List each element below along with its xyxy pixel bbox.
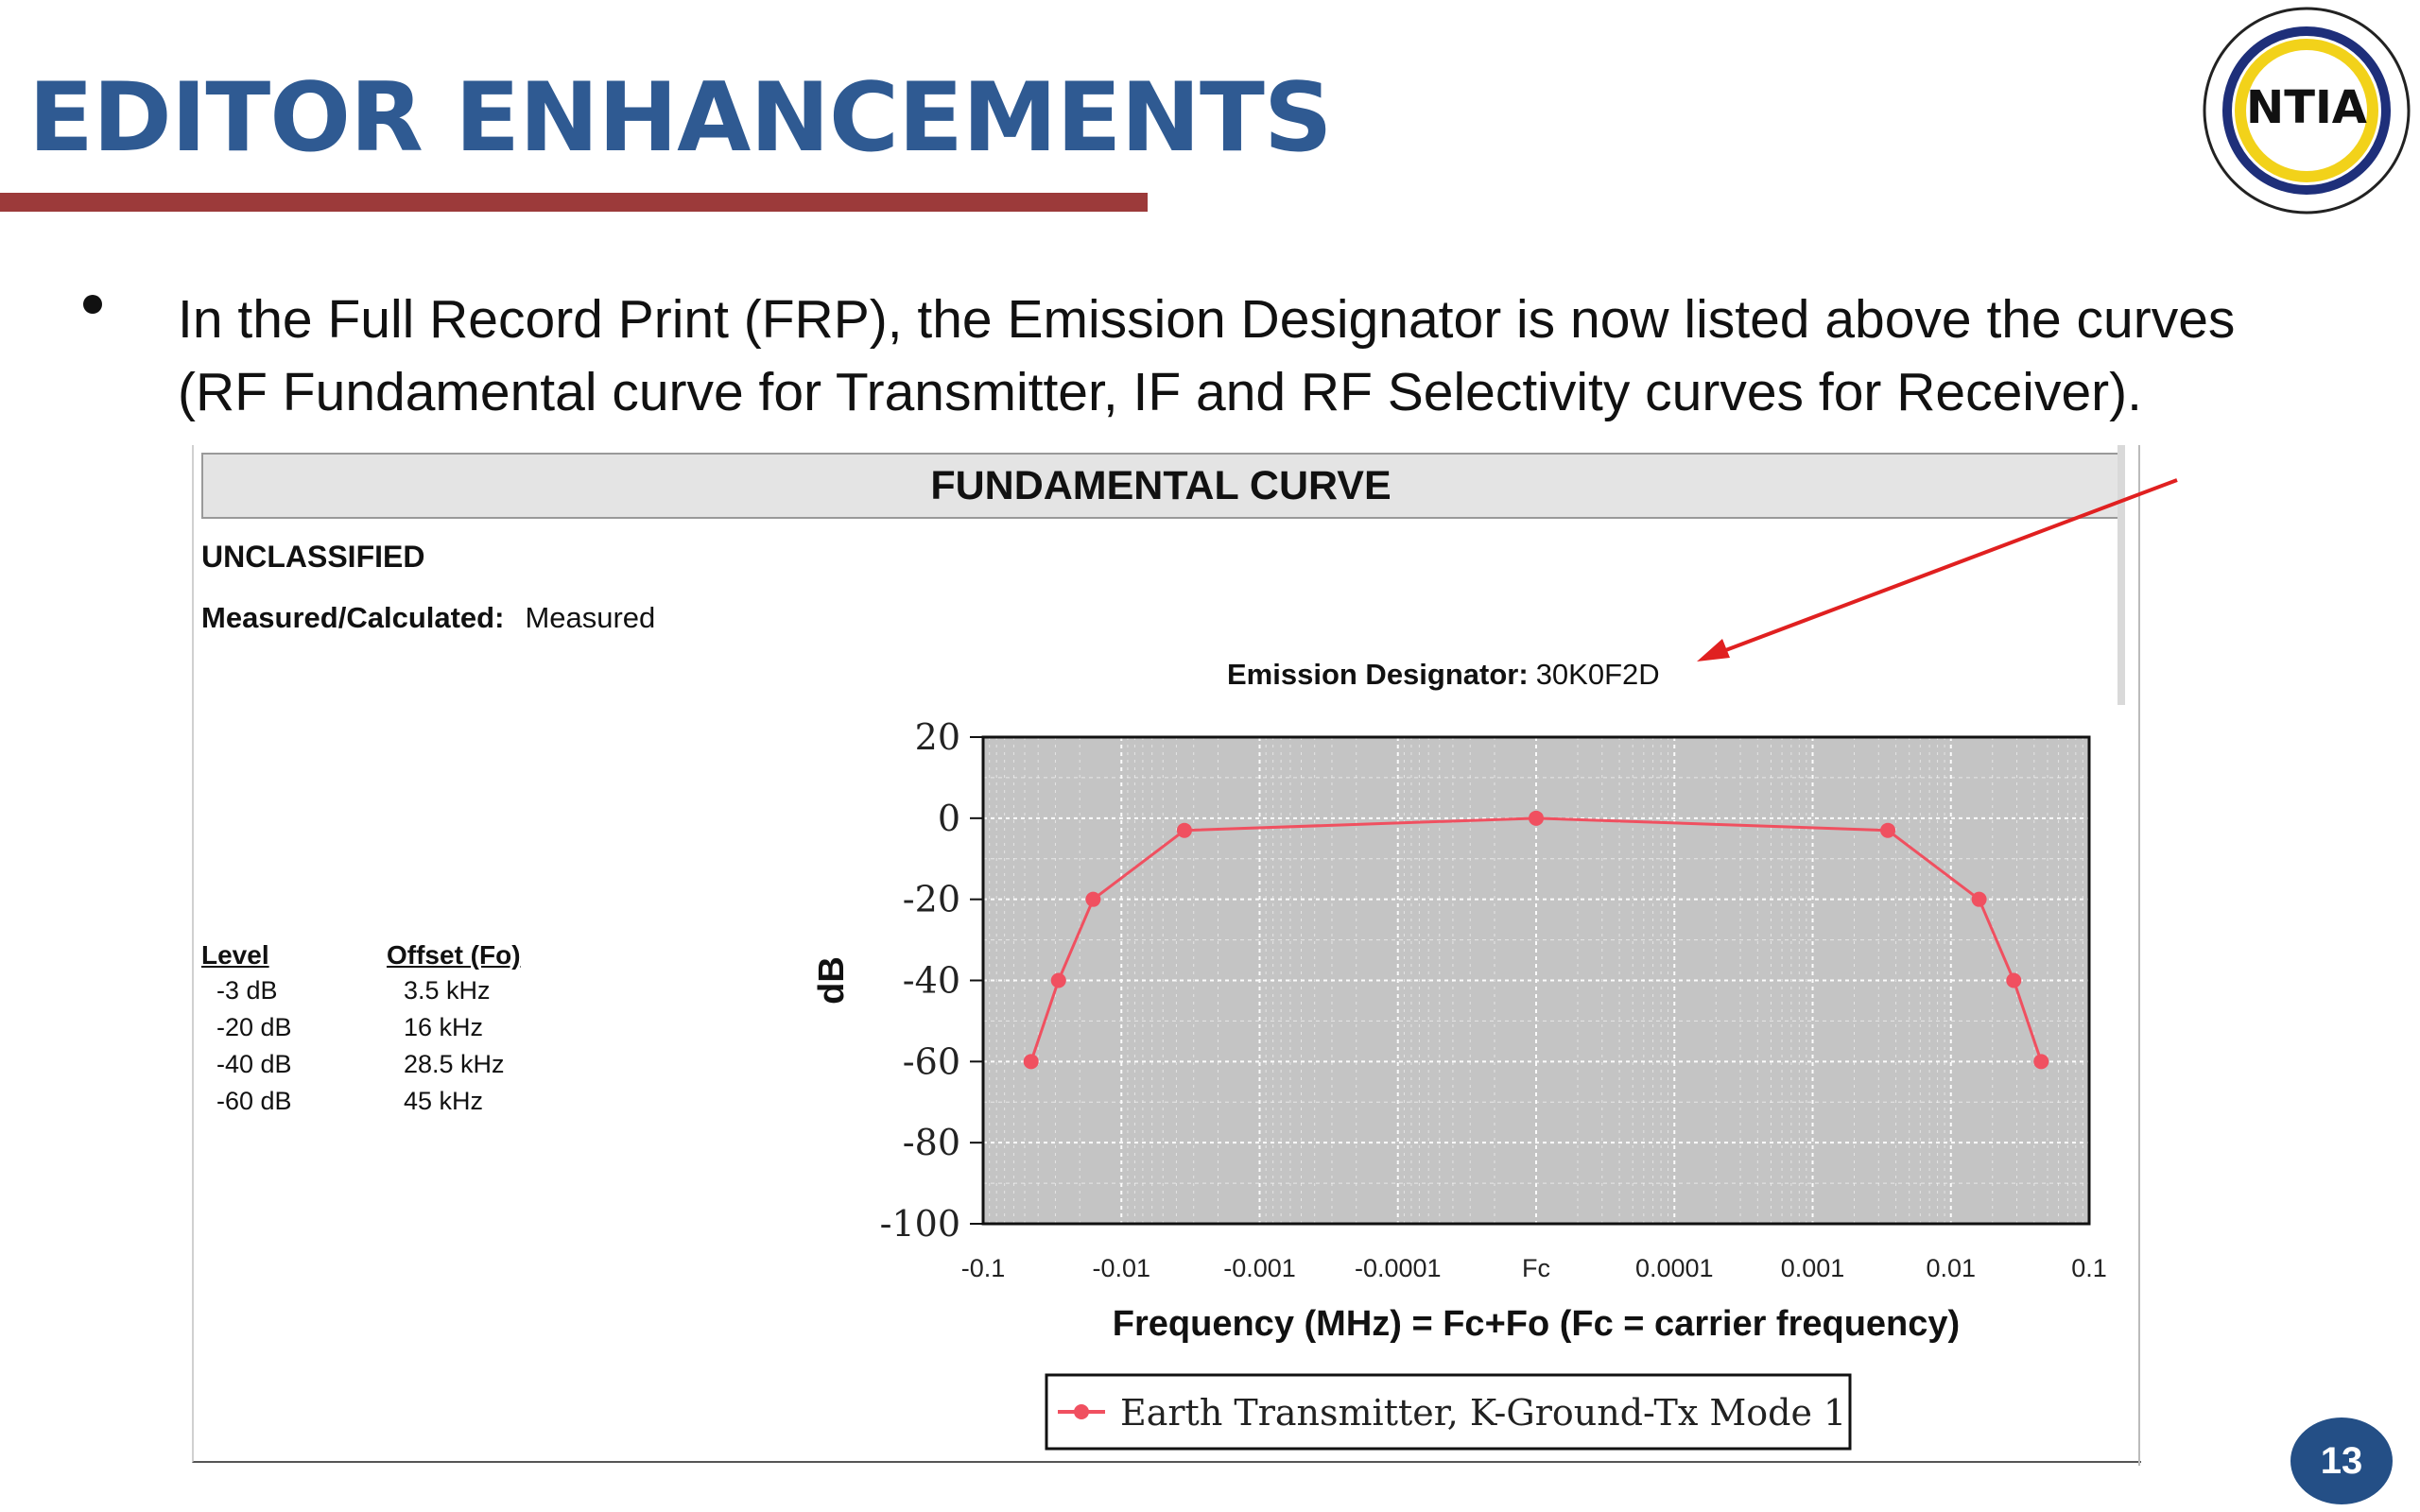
- data-point: [1880, 822, 1896, 838]
- x-tick-label: 0.001: [1781, 1254, 1845, 1282]
- data-point: [1023, 1054, 1039, 1070]
- data-point: [1085, 891, 1101, 907]
- x-tick-label: -0.1: [961, 1254, 1006, 1282]
- y-tick-label: -20: [903, 879, 960, 920]
- y-tick-label: -100: [880, 1203, 960, 1245]
- page-number-badge: 13: [2290, 1418, 2393, 1504]
- y-tick-label: 20: [915, 716, 960, 758]
- x-tick-label: Fc: [1522, 1254, 1550, 1282]
- x-tick-label: -0.001: [1223, 1254, 1296, 1282]
- y-axis-label: dB: [812, 956, 852, 1005]
- data-point: [2033, 1054, 2049, 1070]
- x-tick-label: 0.0001: [1635, 1254, 1714, 1282]
- y-tick-label: 0: [938, 798, 960, 839]
- x-tick-label: 0.1: [2071, 1254, 2107, 1282]
- data-point: [1050, 972, 1066, 988]
- data-point: [1176, 822, 1192, 838]
- y-tick-label: -80: [903, 1122, 960, 1163]
- y-tick-label: -40: [903, 960, 960, 1002]
- x-tick-label: 0.01: [1926, 1254, 1976, 1282]
- y-tick-label: -60: [903, 1040, 960, 1082]
- fundamental-curve-chart: 20 0 -20 -40 -60 -80 -100-0.1 -0.01 -0.001 -0.000…: [812, 716, 2107, 1451]
- data-point: [1529, 810, 1544, 826]
- data-point: [2006, 972, 2022, 988]
- legend-swatch-marker: [1074, 1404, 1089, 1419]
- x-tick-label: -0.0001: [1355, 1254, 1442, 1282]
- data-point: [1971, 891, 1987, 907]
- x-axis-label: Frequency (MHz) = Fc+Fo (Fc = carrier fr…: [1113, 1304, 1960, 1344]
- x-tick-label: -0.01: [1092, 1254, 1150, 1282]
- legend-label: Earth Transmitter, K-Ground-Tx Mode 1: [1120, 1392, 1846, 1434]
